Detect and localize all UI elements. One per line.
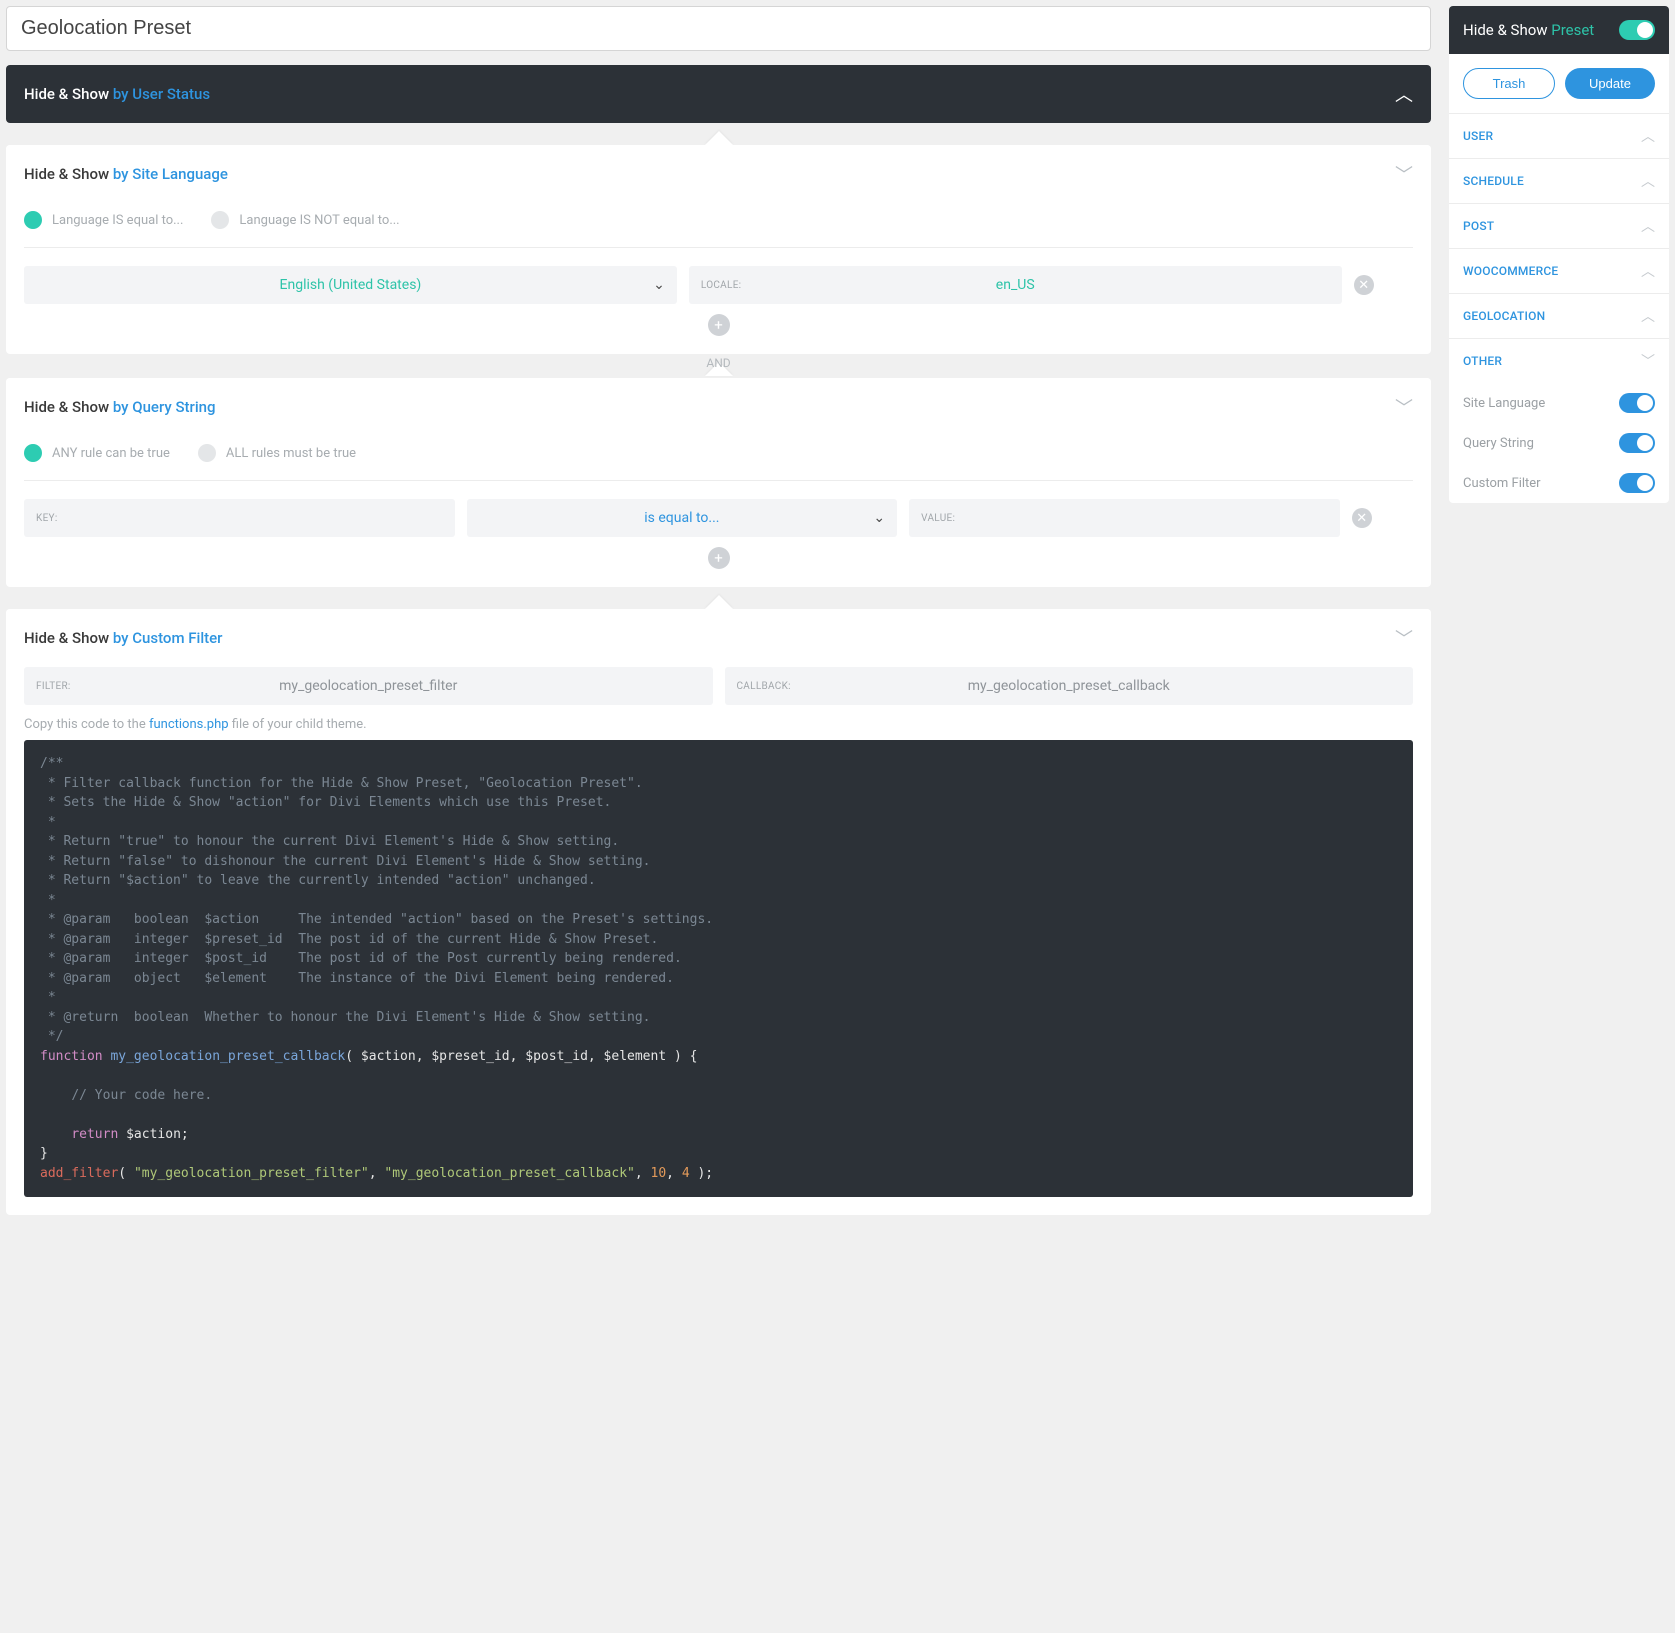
panel-suffix: by User Status	[113, 85, 210, 103]
radio-lang-not-equal[interactable]: Language IS NOT equal to...	[211, 211, 399, 229]
toggle-query-string[interactable]	[1619, 433, 1655, 453]
chevron-up-icon: ︿	[1641, 261, 1655, 281]
add-row-button[interactable]: +	[708, 547, 730, 569]
locale-field[interactable]: LOCALE: en_US	[689, 266, 1342, 304]
preset-title-input[interactable]	[6, 6, 1431, 51]
panel-header-query-string[interactable]: Hide & Show by Query String ﹀	[6, 378, 1431, 436]
panel-user-status: Hide & Show by User Status ︿	[6, 65, 1431, 123]
query-value-field[interactable]: VALUE:	[909, 499, 1340, 537]
sidebar-header: Hide & Show Preset	[1449, 6, 1669, 54]
filter-name-field[interactable]: FILTER: my_geolocation_preset_filter	[24, 667, 713, 705]
radio-lang-equal[interactable]: Language IS equal to...	[24, 211, 183, 229]
chevron-down-icon: ﹀	[1395, 394, 1413, 420]
cat-other[interactable]: OTHER ﹀	[1449, 338, 1669, 383]
panel-header-user-status[interactable]: Hide & Show by User Status ︿	[6, 65, 1431, 123]
panel-header-custom-filter[interactable]: Hide & Show by Custom Filter ﹀	[6, 609, 1431, 667]
cat-user[interactable]: USER ︿	[1449, 113, 1669, 158]
chevron-up-icon: ︿	[1641, 306, 1655, 326]
sub-custom-filter: Custom Filter	[1449, 463, 1669, 503]
panel-site-language: Hide & Show by Site Language ﹀ Language …	[6, 145, 1431, 354]
radio-any-rule[interactable]: ANY rule can be true	[24, 444, 170, 462]
query-key-field[interactable]: KEY:	[24, 499, 455, 537]
panel-prefix: Hide & Show	[24, 85, 113, 103]
chevron-up-icon: ︿	[1641, 171, 1655, 191]
panel-header-site-language[interactable]: Hide & Show by Site Language ﹀	[6, 145, 1431, 203]
remove-row-button[interactable]: ✕	[1354, 275, 1374, 295]
chevron-down-icon: ﹀	[1395, 161, 1413, 187]
code-snippet: /** * Filter callback function for the H…	[24, 740, 1413, 1197]
chevron-up-icon: ︿	[1641, 126, 1655, 146]
add-row-button[interactable]: +	[708, 314, 730, 336]
language-select[interactable]: English (United States) ⌄	[24, 266, 677, 304]
sidebar-panel: Hide & Show Preset Trash Update USER ︿ S…	[1449, 6, 1669, 503]
cat-schedule[interactable]: SCHEDULE ︿	[1449, 158, 1669, 203]
panel-custom-filter: Hide & Show by Custom Filter ﹀ FILTER: m…	[6, 609, 1431, 1215]
preset-enable-toggle[interactable]	[1619, 20, 1655, 40]
cat-woocommerce[interactable]: WOOCOMMERCE ︿	[1449, 248, 1669, 293]
toggle-site-language[interactable]	[1619, 393, 1655, 413]
sub-query-string: Query String	[1449, 423, 1669, 463]
radio-all-rules[interactable]: ALL rules must be true	[198, 444, 356, 462]
toggle-custom-filter[interactable]	[1619, 473, 1655, 493]
trash-button[interactable]: Trash	[1463, 68, 1555, 99]
radio-dot-icon	[198, 444, 216, 462]
remove-row-button[interactable]: ✕	[1352, 508, 1372, 528]
query-operator-select[interactable]: is equal to... ⌄	[467, 499, 898, 537]
sub-site-language: Site Language	[1449, 383, 1669, 423]
functions-php-link[interactable]: functions.php	[149, 717, 229, 732]
radio-dot-icon	[211, 211, 229, 229]
and-connector: AND	[6, 356, 1431, 370]
update-button[interactable]: Update	[1565, 68, 1655, 99]
chevron-down-icon: ﹀	[1395, 625, 1413, 651]
chevron-up-icon: ︿	[1641, 216, 1655, 236]
callback-name-field[interactable]: CALLBACK: my_geolocation_preset_callback	[725, 667, 1414, 705]
panel-query-string: Hide & Show by Query String ﹀ ANY rule c…	[6, 378, 1431, 587]
chevron-up-icon: ︿	[1395, 81, 1413, 107]
cat-post[interactable]: POST ︿	[1449, 203, 1669, 248]
code-hint: Copy this code to the functions.php file…	[24, 717, 1413, 732]
chevron-down-icon: ﹀	[1641, 351, 1655, 371]
cat-geolocation[interactable]: GEOLOCATION ︿	[1449, 293, 1669, 338]
radio-dot-icon	[24, 444, 42, 462]
radio-dot-icon	[24, 211, 42, 229]
